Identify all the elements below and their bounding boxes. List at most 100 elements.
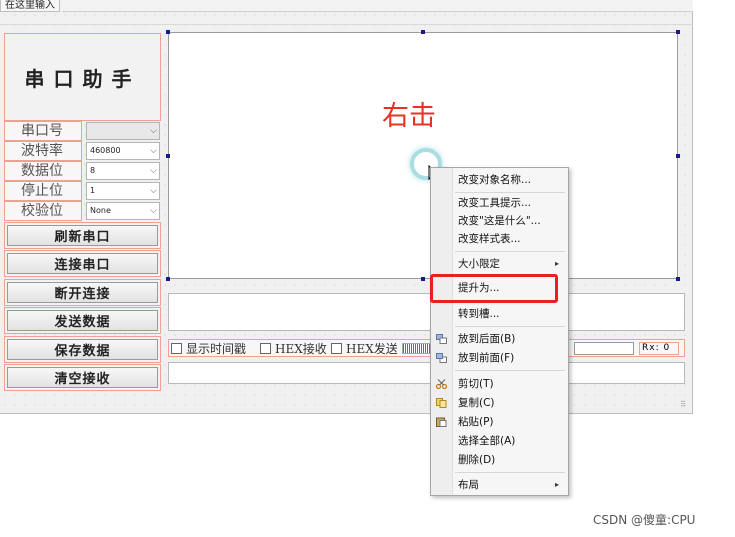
selection-handle[interactable]	[676, 30, 680, 34]
refresh-port-label: 刷新串口	[7, 225, 158, 246]
send-data-label: 发送数据	[7, 310, 158, 331]
menu-item-label: 放到后面(B)	[458, 333, 516, 345]
menu-item-go-to-slot[interactable]: 转到槽...	[431, 305, 568, 323]
watermark: CSDN @傻童:CPU	[593, 513, 696, 527]
checkbox-box	[331, 343, 342, 354]
port-label: 串口号	[4, 121, 82, 141]
menu-item-bring-front[interactable]: 放到前面(F)	[431, 349, 568, 367]
databits-row: 数据位 8 ⌵	[4, 161, 161, 181]
menu-item-size-constraints[interactable]: 大小限定 ▸	[431, 255, 568, 273]
promote-highlight-box	[430, 274, 558, 303]
save-data-label: 保存数据	[7, 339, 158, 360]
paste-icon	[436, 417, 447, 427]
menu-item-label: 改变对象名称...	[458, 174, 532, 186]
connect-port-label: 连接串口	[7, 253, 158, 274]
hex-send-checkbox[interactable]: HEX发送	[331, 342, 398, 356]
menu-separator	[455, 472, 565, 473]
hex-send-label: HEX发送	[346, 342, 398, 356]
designer-screenshot: 在这里输入 串口助手 串口号 ⌵ 波特率 460800 ⌵ 数据位 8 ⌵ 停止…	[0, 0, 735, 537]
selection-handle[interactable]	[676, 277, 680, 281]
baud-row: 波特率 460800 ⌵	[4, 141, 161, 161]
menu-item-stylesheet[interactable]: 改变样式表...	[431, 230, 568, 248]
submenu-arrow-icon: ▸	[554, 480, 559, 489]
selection-handle[interactable]	[166, 154, 170, 158]
menu-item-label: 粘贴(P)	[458, 416, 494, 428]
show-timestamp-checkbox[interactable]: 显示时间戳	[171, 342, 246, 356]
type-here-tab[interactable]: 在这里输入	[0, 0, 60, 12]
chevron-down-icon: ⌵	[150, 166, 157, 176]
send-data-button[interactable]: 发送数据	[4, 307, 161, 334]
scissors-icon	[436, 379, 447, 389]
stopbits-value: 1	[90, 186, 96, 195]
menu-item-label: 复制(C)	[458, 397, 495, 409]
menu-item-label: 改变样式表...	[458, 233, 521, 245]
menu-item-layout[interactable]: 布局 ▸	[431, 476, 568, 494]
menu-item-label: 删除(D)	[458, 454, 496, 466]
chevron-down-icon: ⌵	[150, 146, 157, 156]
submenu-arrow-icon: ▸	[554, 259, 559, 268]
chevron-down-icon: ⌵	[150, 206, 157, 216]
port-row: 串口号 ⌵	[4, 121, 161, 141]
stopbits-row: 停止位 1 ⌵	[4, 181, 161, 201]
menu-item-paste[interactable]: 粘贴(P)	[431, 413, 568, 431]
right-click-annotation: 右击	[382, 101, 436, 132]
options-row: 显示时间戳 HEX接收 HEX发送 Rx: 0	[168, 339, 685, 357]
databits-label: 数据位	[4, 161, 82, 181]
clear-receive-button[interactable]: 清空接收	[4, 364, 161, 391]
menu-item-cut[interactable]: 剪切(T)	[431, 375, 568, 393]
menu-item-whats-this[interactable]: 改变"这是什么"...	[431, 212, 568, 230]
selection-handle[interactable]	[421, 30, 425, 34]
save-data-button[interactable]: 保存数据	[4, 336, 161, 363]
databits-value: 8	[90, 166, 96, 175]
copy-icon	[436, 398, 447, 408]
databits-select[interactable]: 8 ⌵	[86, 162, 160, 180]
resize-grip-icon[interactable]: ⠿	[680, 400, 686, 409]
input-line-edit[interactable]	[168, 362, 685, 384]
panel-title: 串口助手	[4, 33, 161, 121]
menu-item-delete[interactable]: 删除(D)	[431, 451, 568, 469]
stopbits-select[interactable]: 1 ⌵	[86, 182, 160, 200]
selection-handle[interactable]	[166, 30, 170, 34]
form-canvas: 在这里输入 串口助手 串口号 ⌵ 波特率 460800 ⌵ 数据位 8 ⌵ 停止…	[0, 0, 693, 414]
menu-separator	[455, 370, 565, 371]
show-timestamp-label: 显示时间戳	[186, 342, 247, 356]
menu-item-label: 改变工具提示...	[458, 197, 532, 209]
selection-handle[interactable]	[166, 277, 170, 281]
hex-receive-checkbox[interactable]: HEX接收	[260, 342, 327, 356]
menu-separator	[455, 251, 565, 252]
refresh-port-button[interactable]: 刷新串口	[4, 222, 161, 249]
menu-item-label: 改变"这是什么"...	[458, 215, 541, 227]
selection-handle[interactable]	[676, 154, 680, 158]
parity-value: None	[90, 206, 111, 215]
chevron-down-icon: ⌵	[150, 186, 157, 196]
menu-bar-placeholder	[62, 0, 693, 12]
stopbits-label: 停止位	[4, 181, 82, 201]
menu-item-select-all[interactable]: 选择全部(A)	[431, 432, 568, 450]
port-select[interactable]: ⌵	[86, 122, 160, 140]
send-back-icon	[436, 334, 447, 344]
parity-label: 校验位	[4, 201, 82, 221]
disconnect-label: 断开连接	[7, 282, 158, 303]
menu-item-label: 选择全部(A)	[458, 435, 516, 447]
hex-receive-label: HEX接收	[275, 342, 327, 356]
menu-item-send-back[interactable]: 放到后面(B)	[431, 330, 568, 348]
progress-bar	[402, 343, 432, 354]
line-edit[interactable]	[574, 342, 634, 355]
send-text-area[interactable]	[168, 293, 685, 331]
menu-item-rename[interactable]: 改变对象名称...	[431, 171, 568, 189]
baud-value: 460800	[90, 146, 121, 155]
menu-item-tooltip[interactable]: 改变工具提示...	[431, 194, 568, 212]
menu-item-copy[interactable]: 复制(C)	[431, 394, 568, 412]
menu-separator	[455, 326, 565, 327]
parity-select[interactable]: None ⌵	[86, 202, 160, 220]
connect-port-button[interactable]: 连接串口	[4, 250, 161, 277]
menu-item-label: 剪切(T)	[458, 378, 494, 390]
baud-select[interactable]: 460800 ⌵	[86, 142, 160, 160]
baud-label: 波特率	[4, 141, 82, 161]
disconnect-button[interactable]: 断开连接	[4, 279, 161, 306]
left-panel: 串口助手 串口号 ⌵ 波特率 460800 ⌵ 数据位 8 ⌵ 停止位 1 ⌵ …	[4, 33, 161, 391]
menu-item-label: 放到前面(F)	[458, 352, 515, 364]
menu-item-label: 大小限定	[458, 258, 500, 270]
clear-receive-label: 清空接收	[7, 367, 158, 388]
selection-handle[interactable]	[421, 277, 425, 281]
